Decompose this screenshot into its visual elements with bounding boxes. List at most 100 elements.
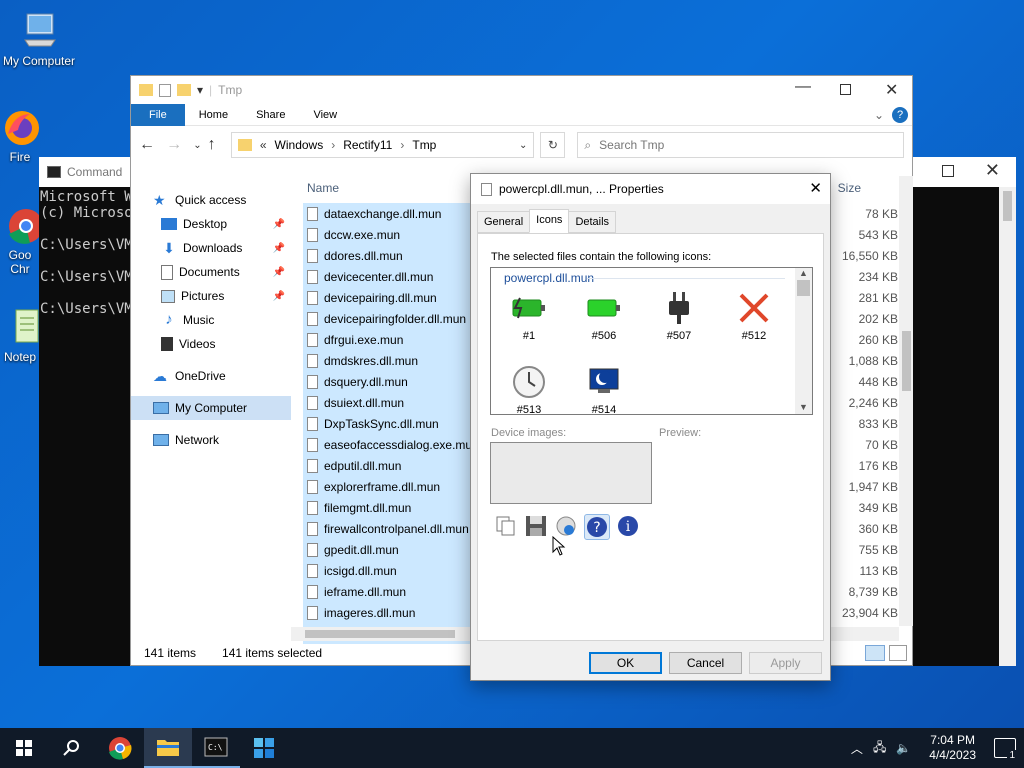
recent-locations-button[interactable]: ⌄ [193,140,201,151]
volume-icon[interactable]: 🔈 [896,741,911,755]
file-row[interactable]: devicecenter.dll.mun 234 KB [303,266,898,287]
ok-button[interactable]: OK [589,652,662,674]
file-row[interactable]: dmdskres.dll.mun 1,088 KB [303,350,898,371]
help-icon[interactable]: ? [584,514,610,540]
column-name[interactable]: Name [303,181,339,195]
start-button[interactable] [0,728,48,768]
search-button[interactable] [48,728,96,768]
address-bar[interactable]: « Windows › Rectify11 › Tmp ⌄ [230,132,535,158]
file-row[interactable]: dsuiext.dll.mun 2,246 KB [303,392,898,413]
show-hidden-icons-icon[interactable]: ︿ [851,740,863,757]
close-button[interactable]: ✕ [985,160,1000,181]
file-row[interactable]: dccw.exe.mun 543 KB [303,224,898,245]
tab-view[interactable]: View [299,104,351,126]
file-icon [307,269,318,284]
nav-onedrive[interactable]: ☁ OneDrive [131,364,291,388]
cmd-scrollbar[interactable] [999,187,1016,666]
search-box[interactable]: ⌕ Search Tmp [577,132,904,158]
vertical-scrollbar[interactable] [899,176,913,626]
save-icon-button[interactable] [524,514,548,538]
copy-icon-button[interactable] [494,514,518,538]
help-icon[interactable]: ? [892,106,908,123]
file-row[interactable]: icsigd.dll.mun 113 KB [303,560,898,581]
icon-item[interactable]: #507 [649,290,709,342]
notification-center-button[interactable]: 1 [994,738,1017,761]
icon-item[interactable]: #512 [724,290,784,342]
taskbar-command-prompt[interactable]: C:\ [192,728,240,768]
file-row[interactable]: explorerframe.dll.mun 1,947 KB [303,476,898,497]
file-row[interactable]: imageres.dll.mun 23,904 KB [303,602,898,623]
expand-ribbon-icon[interactable]: ⌄ [874,108,884,122]
icon-list[interactable]: powercpl.dll.mun #1 #506 #507 #512 #513 [490,267,813,415]
file-row[interactable]: devicepairing.dll.mun 281 KB [303,287,898,308]
properties-icon[interactable] [159,83,171,97]
info-icon[interactable]: i [616,514,640,538]
desktop-icon-chrome[interactable]: Goo Chr [0,204,43,276]
file-row[interactable]: ieframe.dll.mun 8,739 KB [303,581,898,602]
column-size[interactable]: Size [838,181,861,195]
close-button[interactable]: ✕ [809,179,822,197]
details-view-button[interactable] [865,645,885,661]
search-input[interactable]: Search Tmp [599,138,664,152]
address-dropdown-icon[interactable]: ⌄ [519,140,527,151]
nav-pictures[interactable]: Pictures 📌 [131,284,291,308]
maximize-button[interactable] [840,84,851,95]
tab-home[interactable]: Home [185,104,242,126]
back-button[interactable]: ← [139,136,160,154]
nav-desktop[interactable]: Desktop 📌 [131,212,291,236]
file-row[interactable]: ddores.dll.mun 16,550 KB [303,245,898,266]
nav-network[interactable]: Network [131,428,291,452]
file-row[interactable]: easeofaccessdialog.exe.mun 70 KB [303,434,898,455]
nav-my-computer[interactable]: My Computer [131,396,291,420]
breadcrumb-rectify11[interactable]: Rectify11 [343,138,392,152]
apply-button[interactable]: Apply [749,652,822,674]
file-row[interactable]: edputil.dll.mun 176 KB [303,455,898,476]
file-row[interactable]: gpedit.dll.mun 755 KB [303,539,898,560]
maximize-button[interactable] [942,165,954,177]
tab-share[interactable]: Share [242,104,299,126]
new-folder-icon[interactable] [177,84,191,96]
up-button[interactable]: ↑ [208,136,225,154]
desktop-icon-notepad[interactable]: Notep [0,306,40,364]
icon-item[interactable]: #513 [499,364,559,414]
cancel-button[interactable]: Cancel [669,652,742,674]
icon-item[interactable]: #1 [499,290,559,342]
large-icons-view-button[interactable] [889,645,907,661]
file-row[interactable]: dfrgui.exe.mun 260 KB [303,329,898,350]
desktop-icon-my-computer[interactable]: My Computer [1,10,77,68]
file-row[interactable]: firewallcontrolpanel.dll.mun 360 KB [303,518,898,539]
nav-videos[interactable]: Videos [131,332,291,356]
tab-file[interactable]: File [131,103,185,126]
dialog-titlebar[interactable]: powercpl.dll.mun, ... Properties ✕ [471,174,830,204]
customize-qat-icon[interactable]: ▾ [197,83,203,97]
file-row[interactable]: dsquery.dll.mun 448 KB [303,371,898,392]
nav-music[interactable]: ♪ Music [131,308,291,332]
tab-icons[interactable]: Icons [529,209,570,233]
desktop-icon-firefox[interactable]: Fire [0,106,40,164]
file-row[interactable]: filemgmt.dll.mun 349 KB [303,497,898,518]
network-status-icon[interactable]: 🖧 [873,738,886,759]
taskbar-chrome[interactable] [96,728,144,768]
file-row[interactable]: dataexchange.dll.mun 78 KB [303,203,898,224]
file-row[interactable]: devicepairingfolder.dll.mun 202 KB [303,308,898,329]
nav-quick-access[interactable]: ★ Quick access [131,188,291,212]
tab-details[interactable]: Details [568,211,617,233]
extract-icon-button[interactable] [554,514,578,538]
nav-downloads[interactable]: ⬇ Downloads 📌 [131,236,291,260]
breadcrumb-windows[interactable]: Windows [275,138,324,152]
file-row[interactable]: DxpTaskSync.dll.mun 833 KB [303,413,898,434]
close-button[interactable]: ✕ [885,80,898,100]
icon-item[interactable]: #506 [574,290,634,342]
taskbar-rectify-app[interactable] [240,728,288,768]
properties-dialog[interactable]: powercpl.dll.mun, ... Properties ✕ Gener… [470,173,831,681]
clock[interactable]: 7:04 PM 4/4/2023 [929,733,976,763]
icon-list-scrollbar[interactable]: ▲ ▼ [795,268,812,414]
tab-general[interactable]: General [477,211,531,233]
taskbar-file-explorer[interactable] [144,728,192,768]
refresh-button[interactable]: ↻ [540,132,566,158]
minimize-button[interactable]: — [795,78,811,96]
forward-button[interactable]: → [166,136,187,154]
breadcrumb-tmp[interactable]: Tmp [412,138,436,152]
icon-item[interactable]: #514 [574,364,634,414]
nav-documents[interactable]: Documents 📌 [131,260,291,284]
